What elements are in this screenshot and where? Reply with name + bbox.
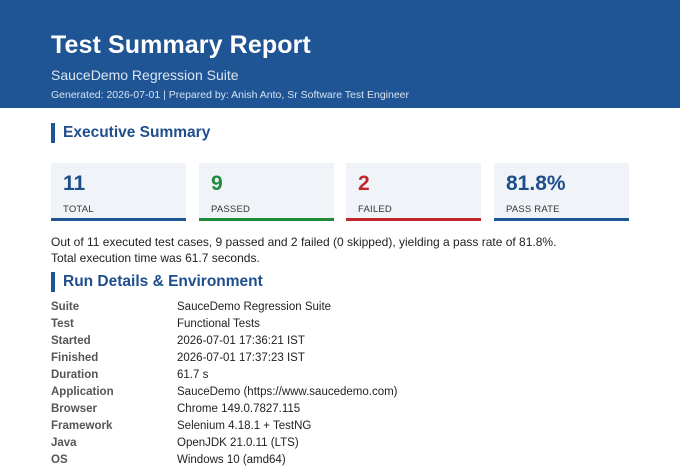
detail-key: OS bbox=[51, 454, 68, 466]
run-details-table: Suite SauceDemo Regression Suite Test Fu… bbox=[51, 299, 631, 469]
detail-key: Java bbox=[51, 437, 77, 449]
passed-card: 9 PASSED bbox=[199, 163, 334, 221]
detail-value: 2026-07-01 17:36:21 IST bbox=[177, 335, 305, 347]
detail-row: Started 2026-07-01 17:36:21 IST bbox=[51, 333, 631, 350]
report-title: Test Summary Report bbox=[51, 31, 311, 59]
report-header: Test Summary Report SauceDemo Regression… bbox=[0, 0, 680, 108]
report-subtitle: SauceDemo Regression Suite bbox=[51, 67, 239, 83]
detail-value: Windows 10 (amd64) bbox=[177, 454, 286, 466]
detail-key: Framework bbox=[51, 420, 113, 432]
detail-row: Framework Selenium 4.18.1 + TestNG bbox=[51, 418, 631, 435]
summary-line: Out of 11 executed test cases, 9 passed … bbox=[51, 235, 557, 249]
detail-value: Chrome 149.0.7827.115 bbox=[177, 403, 301, 415]
summary-line: Total execution time was 61.7 seconds. bbox=[51, 251, 260, 265]
detail-value: OpenJDK 21.0.11 (LTS) bbox=[177, 437, 299, 449]
pass-rate-card: 81.8% PASS RATE bbox=[494, 163, 629, 221]
executive-summary-heading: Executive Summary bbox=[51, 123, 210, 143]
total-card: 11 TOTAL bbox=[51, 163, 186, 221]
summary-text: Out of 11 executed test cases, 9 passed … bbox=[51, 234, 631, 266]
failed-bar bbox=[346, 218, 481, 221]
detail-key: Duration bbox=[51, 369, 99, 381]
total-label: TOTAL bbox=[63, 204, 94, 215]
detail-value: SauceDemo Regression Suite bbox=[177, 301, 332, 313]
detail-row: Application SauceDemo (https://www.sauce… bbox=[51, 384, 631, 401]
detail-row: Test Functional Tests bbox=[51, 316, 631, 333]
run-details-heading: Run Details & Environment bbox=[51, 272, 263, 292]
passed-label: PASSED bbox=[211, 204, 251, 215]
detail-row: Suite SauceDemo Regression Suite bbox=[51, 299, 631, 316]
total-value: 11 bbox=[63, 172, 86, 195]
detail-value: 2026-07-01 17:37:23 IST bbox=[177, 352, 305, 364]
failed-label: FAILED bbox=[358, 204, 392, 215]
detail-row: Finished 2026-07-01 17:37:23 IST bbox=[51, 350, 631, 367]
detail-value: Functional Tests bbox=[177, 318, 260, 330]
detail-key: Browser bbox=[51, 403, 98, 415]
pass-rate-value: 81.8% bbox=[506, 172, 566, 195]
pass-rate-label: PASS RATE bbox=[506, 204, 560, 215]
report-meta: Generated: 2026-07-01 | Prepared by: Ani… bbox=[51, 89, 410, 101]
failed-value: 2 bbox=[358, 172, 370, 195]
total-bar bbox=[51, 218, 186, 221]
detail-value: Selenium 4.18.1 + TestNG bbox=[177, 420, 312, 432]
detail-key: Started bbox=[51, 335, 91, 347]
detail-key: Finished bbox=[51, 352, 99, 364]
detail-value: 61.7 s bbox=[177, 369, 209, 381]
detail-row: Duration 61.7 s bbox=[51, 367, 631, 384]
detail-row: Browser Chrome 149.0.7827.115 bbox=[51, 401, 631, 418]
summary-cards: 11 TOTAL 9 PASSED 2 FAILED 81.8% PASS RA… bbox=[51, 163, 629, 221]
passed-bar bbox=[199, 218, 334, 221]
detail-key: Application bbox=[51, 386, 114, 398]
passed-value: 9 bbox=[211, 172, 223, 195]
failed-card: 2 FAILED bbox=[346, 163, 481, 221]
detail-key: Test bbox=[51, 318, 74, 330]
pass-rate-bar bbox=[494, 218, 629, 221]
detail-row: OS Windows 10 (amd64) bbox=[51, 452, 631, 469]
detail-key: Suite bbox=[51, 301, 80, 313]
detail-value: SauceDemo (https://www.saucedemo.com) bbox=[177, 386, 398, 398]
detail-row: Java OpenJDK 21.0.11 (LTS) bbox=[51, 435, 631, 452]
